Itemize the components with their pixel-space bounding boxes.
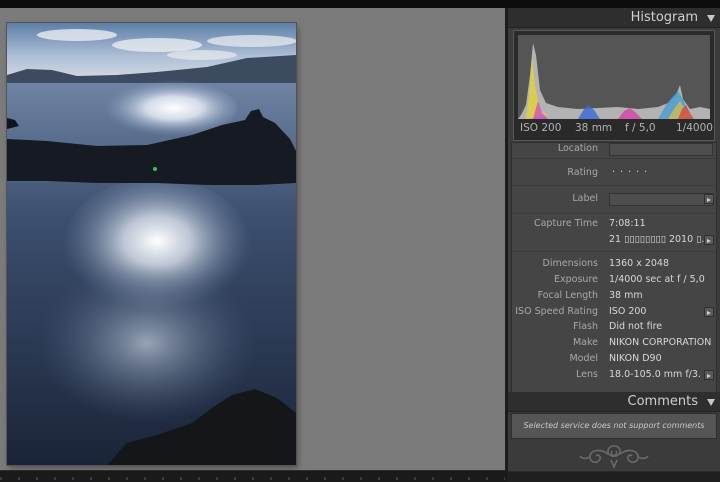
histogram-graph xyxy=(518,35,710,119)
exposure-row: Exposure 1/4000 sec at f / 5,0 xyxy=(512,273,718,287)
capture-date-value: 21 ▯▯▯▯▯▯▯▯ 2010 ▯. xyxy=(609,234,705,245)
focal-length-label: Focal Length xyxy=(537,290,598,301)
label-row: Label xyxy=(512,192,718,206)
make-label: Make xyxy=(572,337,598,348)
comments-title: Comments xyxy=(627,394,698,409)
histogram-iso: ISO 200 xyxy=(520,122,562,134)
dimensions-row: Dimensions 1360 x 2048 xyxy=(512,257,718,271)
focal-length-row: Focal Length 38 mm xyxy=(512,289,718,303)
capture-time-value: 7:08:11 xyxy=(609,218,646,229)
rating-stars[interactable]: · · · · · xyxy=(612,166,648,180)
comments-header[interactable]: Comments xyxy=(508,392,720,412)
filmstrip-bar xyxy=(0,470,505,482)
exposure-label: Exposure xyxy=(554,274,598,285)
comments-message: Selected service does not support commen… xyxy=(511,413,717,439)
capture-time-arrow-icon[interactable] xyxy=(704,235,714,245)
flash-label: Flash xyxy=(573,321,598,332)
iso-label: ISO Speed Rating xyxy=(515,306,598,317)
histogram-focal: 38 mm xyxy=(575,122,613,134)
right-panel: Histogram ISO 200 38 mm f / 5,0 1/4000 L xyxy=(508,8,720,482)
model-label: Model xyxy=(569,353,598,364)
exposure-value: 1/4000 sec at f / 5,0 xyxy=(609,274,705,285)
photo-canvas xyxy=(0,8,505,470)
dimensions-value: 1360 x 2048 xyxy=(609,258,670,269)
location-row: Location xyxy=(512,142,718,156)
flash-row: Flash Did not fire xyxy=(512,320,718,334)
rating-row: Rating · · · · · xyxy=(512,166,718,180)
make-row: Make NIKON CORPORATION xyxy=(512,336,718,350)
photo-preview[interactable] xyxy=(7,23,296,465)
histogram-shutter: 1/4000 xyxy=(676,122,713,134)
rating-label: Rating xyxy=(567,167,598,178)
collapse-triangle-icon[interactable] xyxy=(707,15,715,22)
focal-length-value: 38 mm xyxy=(609,290,643,301)
capture-date-row: 21 ▯▯▯▯▯▯▯▯ 2010 ▯. xyxy=(512,233,718,247)
histogram-title: Histogram xyxy=(630,10,698,25)
location-label: Location xyxy=(557,143,598,154)
histogram-header[interactable]: Histogram xyxy=(508,8,720,28)
label-arrow-icon[interactable] xyxy=(704,194,714,204)
capture-time-label: Capture Time xyxy=(533,218,598,229)
iso-arrow-icon[interactable] xyxy=(704,307,714,317)
histogram-aperture: f / 5,0 xyxy=(625,122,656,134)
histogram-box: ISO 200 38 mm f / 5,0 1/4000 xyxy=(513,30,715,141)
model-row: Model NIKON D90 xyxy=(512,352,718,366)
histogram-info: ISO 200 38 mm f / 5,0 1/4000 xyxy=(514,122,714,138)
label-field[interactable] xyxy=(609,193,713,206)
lens-arrow-icon[interactable] xyxy=(704,370,714,380)
flash-value: Did not fire xyxy=(609,321,663,332)
iso-value: ISO 200 xyxy=(609,306,647,317)
iso-row: ISO Speed Rating ISO 200 xyxy=(512,305,718,319)
location-field[interactable] xyxy=(609,143,713,156)
panel-end-ornament-icon xyxy=(579,445,649,470)
model-value: NIKON D90 xyxy=(609,353,662,364)
lens-row: Lens 18.0-105.0 mm f/3. xyxy=(512,368,718,382)
lens-value: 18.0-105.0 mm f/3. xyxy=(609,369,701,380)
top-bar xyxy=(0,0,720,8)
capture-time-row: Capture Time 7:08:11 xyxy=(512,217,718,231)
panel-bottom-bar xyxy=(508,471,720,482)
lens-label: Lens xyxy=(576,369,598,380)
metadata-panel: Location Rating · · · · · Label Capture … xyxy=(511,142,718,394)
comments-collapse-triangle-icon[interactable] xyxy=(707,399,715,406)
dimensions-label: Dimensions xyxy=(542,258,598,269)
make-value: NIKON CORPORATION xyxy=(609,337,712,348)
label-label: Label xyxy=(572,193,598,204)
